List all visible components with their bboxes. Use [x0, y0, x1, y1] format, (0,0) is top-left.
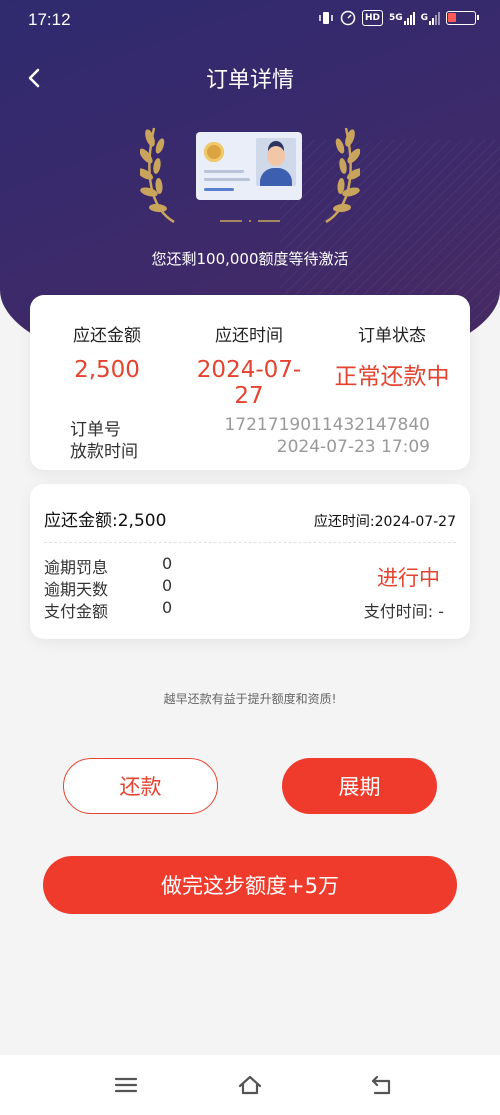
installment-card: 应还金额:2,500 应还时间:2024-07-27 逾期罚息 0 逾期天数 0… [30, 484, 470, 639]
installment-header: 应还金额:2,500 应还时间:2024-07-27 [44, 506, 456, 531]
signal-5g-icon: 5G [389, 10, 415, 26]
value-due-date: 2024-07-27 [196, 357, 302, 409]
page-title: 订单详情 [205, 68, 294, 93]
status-bar: 17:12 HD 5G G [0, 0, 500, 40]
vibrate-icon [318, 10, 334, 26]
medal-icon [204, 142, 224, 162]
summary-headers: 应还金额 应还时间 订单状态 [30, 321, 470, 346]
loan-time-label: 放款时间 [70, 442, 138, 462]
battery-icon [446, 11, 479, 25]
network-label: 5G [388, 13, 403, 23]
loan-time-value: 2024-07-23 17:09 [276, 437, 430, 457]
installment-amount: 应还金额:2,500 [44, 511, 167, 531]
value-status: 正常还款中 [334, 364, 450, 390]
repay-button[interactable]: 还款 [63, 758, 218, 814]
extend-button[interactable]: 展期 [282, 758, 437, 814]
hd-icon: HD [361, 10, 383, 26]
loan-time-row: 放款时间 2024-07-23 17:09 [70, 437, 430, 462]
overdue-days-value: 0 [162, 576, 173, 595]
order-summary-card: 应还金额 应还时间 订单状态 2,500 2024-07-27 正常还款中 订单… [30, 295, 470, 470]
menu-icon[interactable] [112, 1073, 140, 1097]
header-amount: 应还金额 [73, 326, 141, 346]
status-time: 17:12 [28, 10, 71, 29]
penalty-row: 逾期罚息 0 [44, 554, 172, 578]
speedometer-icon [340, 10, 356, 26]
paid-amount-label: 支付金额 [44, 602, 109, 621]
laurel-right-icon [325, 127, 360, 224]
paid-amount-row: 支付金额 0 [44, 598, 172, 622]
home-icon[interactable] [236, 1073, 264, 1097]
penalty-value: 0 [162, 554, 173, 573]
value-amount: 2,500 [74, 357, 140, 383]
boost-credit-button[interactable]: 做完这步额度+5万 [43, 856, 457, 914]
id-card-illustration [140, 112, 360, 232]
overdue-days-row: 逾期天数 0 [44, 576, 172, 600]
back-nav-icon[interactable] [368, 1073, 396, 1097]
installment-due: 应还时间:2024-07-27 [313, 514, 456, 530]
laurel-left-icon [140, 127, 175, 224]
system-nav-bar [0, 1055, 500, 1115]
overdue-days-label: 逾期天数 [44, 580, 109, 599]
penalty-label: 逾期罚息 [44, 558, 109, 577]
signal-icon: G [421, 10, 440, 26]
status-icons: HD 5G G [318, 10, 479, 26]
network2-label: G [420, 13, 428, 23]
avatar-icon [256, 138, 296, 186]
header-due-date: 应还时间 [215, 326, 283, 346]
divider-dashes [220, 220, 280, 222]
installment-status: 进行中 [377, 566, 440, 590]
dashed-divider [44, 542, 456, 543]
header-status: 订单状态 [358, 326, 426, 346]
credit-subtitle: 您还剩100,000额度等待激活 [151, 250, 349, 268]
pay-time: 支付时间: - [363, 602, 444, 621]
repay-tip: 越早还款有益于提升额度和资质! [163, 692, 337, 706]
id-card-icon [196, 132, 302, 200]
paid-amount-value: 0 [162, 598, 173, 617]
summary-values: 2,500 2024-07-27 正常还款中 [30, 357, 470, 409]
